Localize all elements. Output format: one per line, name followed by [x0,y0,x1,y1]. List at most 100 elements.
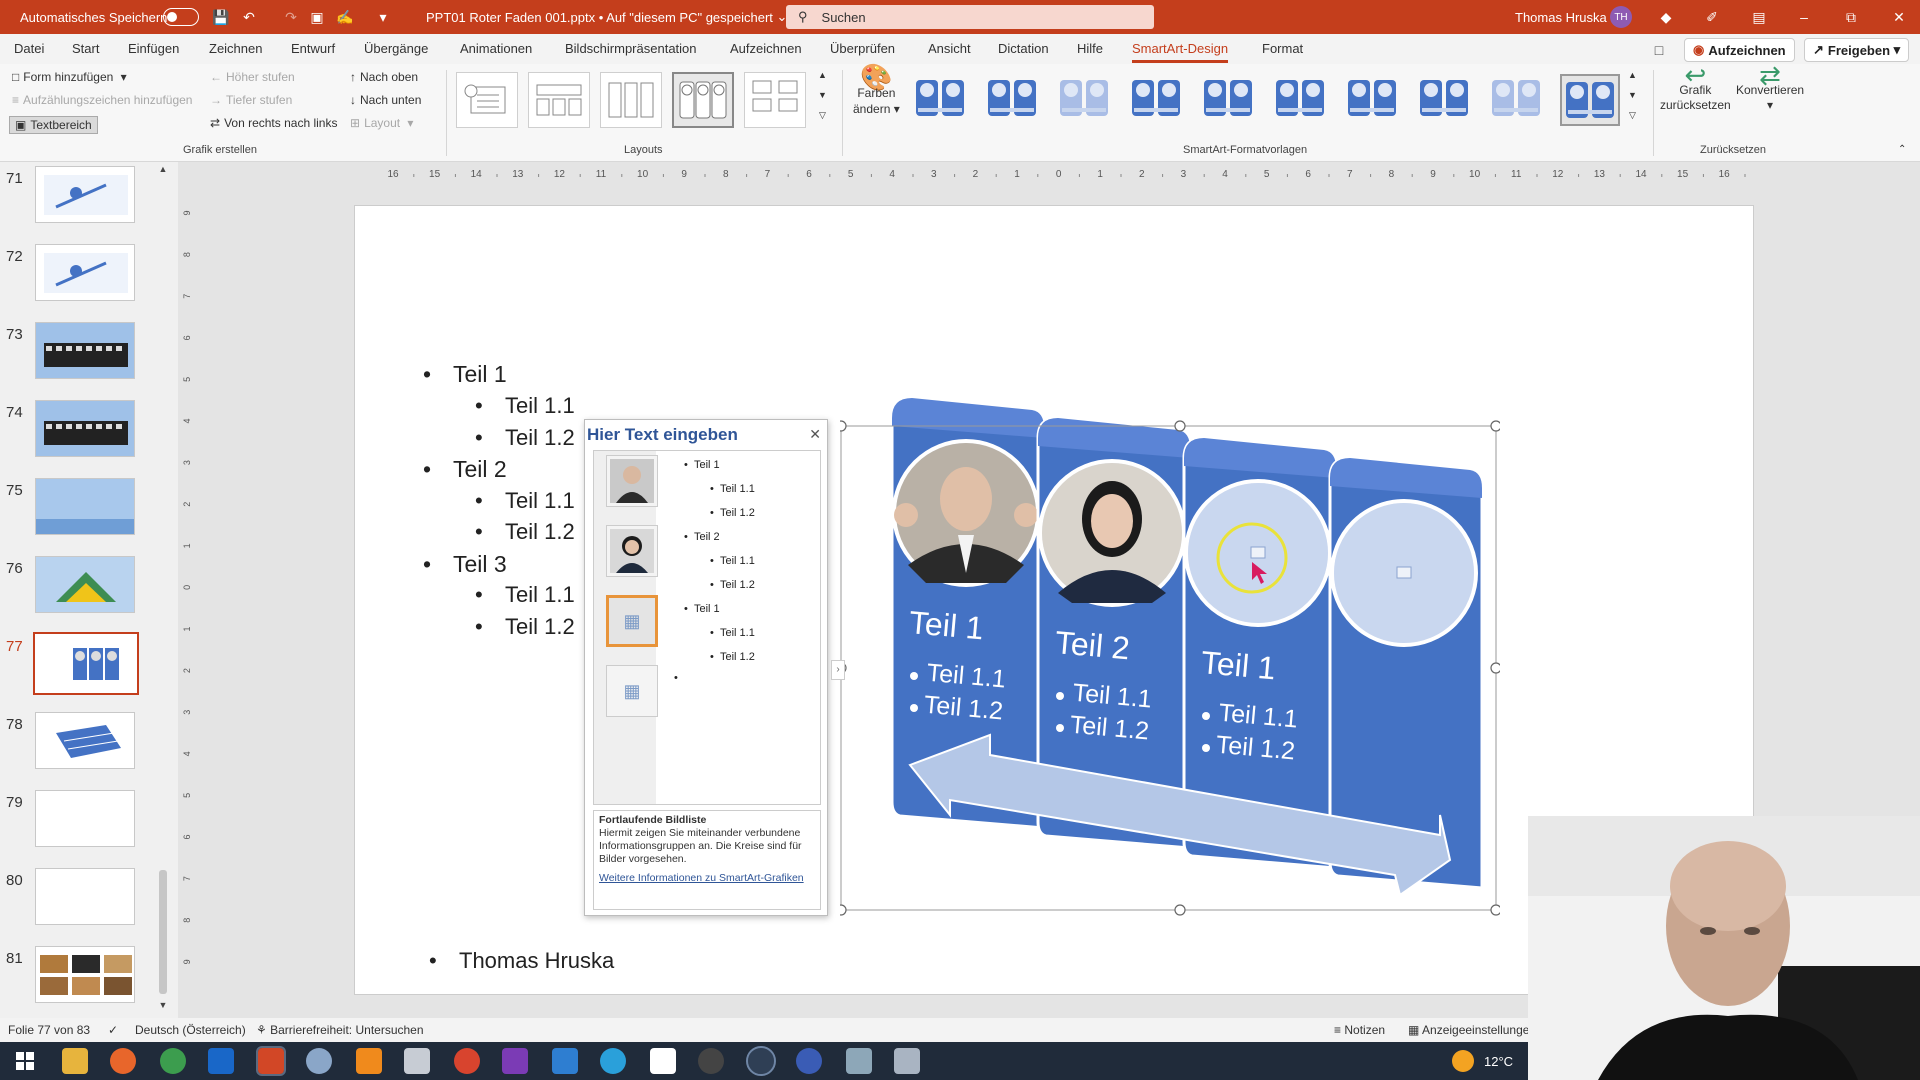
smartart-style-7[interactable] [1344,74,1404,126]
minimize-icon[interactable]: – [1795,8,1813,26]
autosave-toggle[interactable] [163,0,199,34]
reset-graphic-button[interactable]: ↩ Grafik zurücksetzen [1660,62,1731,112]
slide-bullet-level-1[interactable]: Teil 1 [423,361,507,388]
smartart-style-1[interactable] [912,74,972,126]
app-icon-11[interactable] [552,1048,578,1074]
tab-smartart-design[interactable]: SmartArt-Design [1132,41,1229,63]
slide-thumbnail-74[interactable] [35,400,135,457]
customize-toolbar-icon[interactable]: ▾ [374,8,392,26]
tab-einfuegen[interactable]: Einfügen [128,41,179,63]
add-shape-button[interactable]: □ Form hinzufügen ▾ [12,70,127,84]
app-icon-18[interactable] [894,1048,920,1074]
file-explorer-icon[interactable] [62,1048,88,1074]
text-pane-item-level-2[interactable]: Teil 1.2 [710,507,755,519]
layout-thumbnail-5[interactable] [744,72,806,128]
text-pane-item-level-2[interactable]: Teil 1.1 [710,627,755,639]
slide-thumbnail-78[interactable] [35,712,135,769]
app-icon-17[interactable] [846,1048,872,1074]
app-icon-9[interactable] [454,1048,480,1074]
text-pane-item-level-1[interactable]: Teil 1 [684,603,720,615]
avatar[interactable]: TH [1610,6,1632,28]
promote-button[interactable]: ← Höher stufen [210,70,295,84]
smartart-graphic[interactable]: Teil 1Teil 1.1Teil 1.2Teil 2Teil 1.1Teil… [840,390,1500,930]
slide-bullet-level-2[interactable]: Teil 1.2 [475,519,575,545]
layouts-scroll[interactable]: ▲ ▼ ▽ [818,70,827,121]
slide-thumbnail-80[interactable] [35,868,135,925]
app-icon-6[interactable] [306,1048,332,1074]
present-icon[interactable]: ▣ [308,8,326,26]
outlook-icon[interactable] [208,1048,234,1074]
vlc-icon[interactable] [356,1048,382,1074]
smartart-style-6[interactable] [1272,74,1332,126]
diamond-icon[interactable]: ◆ [1657,8,1675,26]
smartart-panel-title[interactable]: Teil 1 [1200,644,1278,686]
slide-bullet-level-1[interactable]: Teil 2 [423,456,507,483]
change-colors-button[interactable]: 🎨 Farben ändern ▾ [853,64,900,116]
touch-mode-icon[interactable]: ✍ [336,8,354,26]
smartart-panel-title[interactable]: Teil 2 [1054,624,1132,666]
close-icon[interactable]: ✕ [1890,8,1908,26]
smartart-style-2[interactable] [984,74,1044,126]
right-to-left-button[interactable]: ⇄ Von rechts nach links [210,116,337,130]
app-icon-13[interactable] [650,1048,676,1074]
tab-dictation[interactable]: Dictation [998,41,1049,63]
text-pane-toggle[interactable]: › [831,660,845,680]
collapse-ribbon-icon[interactable]: ⌃ [1898,144,1906,155]
weather-icon[interactable] [1452,1050,1474,1072]
spellcheck-icon[interactable]: ✓ [108,1023,118,1037]
footer-name[interactable]: Thomas Hruska [429,948,614,974]
smartart-text-pane[interactable]: Hier Text eingeben ✕ ▦ ▦ Teil 1 Teil 1.1 T… [584,419,828,916]
slide-bullet-level-2[interactable]: Teil 1.2 [475,614,575,640]
tab-animationen[interactable]: Animationen [460,41,532,63]
windows-start-icon[interactable] [12,1048,38,1074]
photo-slot-2[interactable] [606,525,658,577]
accessibility-status[interactable]: ⚘ Barrierefreiheit: Untersuchen [256,1023,424,1037]
tab-zeichnen[interactable]: Zeichnen [209,41,262,63]
app-icon-14[interactable] [698,1048,724,1074]
close-icon[interactable]: ✕ [809,426,821,443]
undo-icon[interactable]: ↶ [240,8,258,26]
save-icon[interactable]: 💾 [212,8,230,26]
app-icon-16[interactable] [796,1048,822,1074]
smartart-panel-title[interactable]: Teil 1 [908,604,986,646]
search-box[interactable]: ⚲ Suchen [786,5,1154,29]
tab-format[interactable]: Format [1262,41,1303,63]
share-button[interactable]: ↗ Freigeben ▾ [1804,38,1910,62]
slide-bullet-level-1[interactable]: Teil 3 [423,551,507,578]
document-title[interactable]: PPT01 Roter Faden 001.pptx • Auf "diesem… [426,0,787,34]
text-pane-button[interactable]: ▣ Textbereich [9,116,98,134]
text-pane-item-level-1[interactable]: Teil 2 [684,531,720,543]
notes-button[interactable]: ≡ Notizen [1334,1023,1385,1037]
telegram-icon[interactable] [600,1048,626,1074]
slide-thumbnail-75[interactable] [35,478,135,535]
move-up-button[interactable]: ↑ Nach oben [350,70,418,84]
pen-icon[interactable]: ✐ [1703,8,1721,26]
smartart-style-5[interactable] [1200,74,1260,126]
add-bullet-button[interactable]: ≡ Aufzählungszeichen hinzufügen [12,93,192,107]
slide-bullet-level-2[interactable]: Teil 1.1 [475,488,575,514]
slide-bullet-level-2[interactable]: Teil 1.2 [475,425,575,451]
tab-aufzeichnen[interactable]: Aufzeichnen [730,41,802,63]
layout-thumbnail-4-selected[interactable] [672,72,734,128]
text-pane-item-level-2[interactable]: Teil 1.2 [710,579,755,591]
powerpoint-icon[interactable] [256,1046,286,1076]
ribbon-display-icon[interactable]: ▤ [1750,8,1768,26]
slide-bullet-level-2[interactable]: Teil 1.1 [475,582,575,608]
tab-datei[interactable]: Datei [14,41,44,63]
tab-ueberpruefen[interactable]: Überprüfen [830,41,895,63]
restore-icon[interactable]: ⧉ [1842,8,1860,26]
comments-icon[interactable]: □ [1650,41,1668,59]
app-icon-15[interactable] [746,1046,776,1076]
text-pane-item-level-1[interactable]: Teil 1 [684,459,720,471]
more-info-link[interactable]: Weitere Informationen zu SmartArt-Grafik… [599,872,815,885]
text-pane-item-level-2[interactable]: Teil 1.1 [710,555,755,567]
slide-counter[interactable]: Folie 77 von 83 [8,1023,90,1037]
layout-button[interactable]: ⊞ Layout ▾ [350,116,413,130]
layout-thumbnail-1[interactable] [456,72,518,128]
display-settings-button[interactable]: ▦ Anzeigeeinstellunge [1408,1023,1529,1037]
slide-thumbnail-81[interactable] [35,946,135,1003]
demote-button[interactable]: → Tiefer stufen [210,93,292,107]
styles-scroll[interactable]: ▲ ▼ ▽ [1628,70,1637,121]
tab-bildschirmpraesentation[interactable]: Bildschirmpräsentation [565,41,697,63]
convert-button[interactable]: ⇄ Konvertieren ▾ [1736,62,1804,112]
